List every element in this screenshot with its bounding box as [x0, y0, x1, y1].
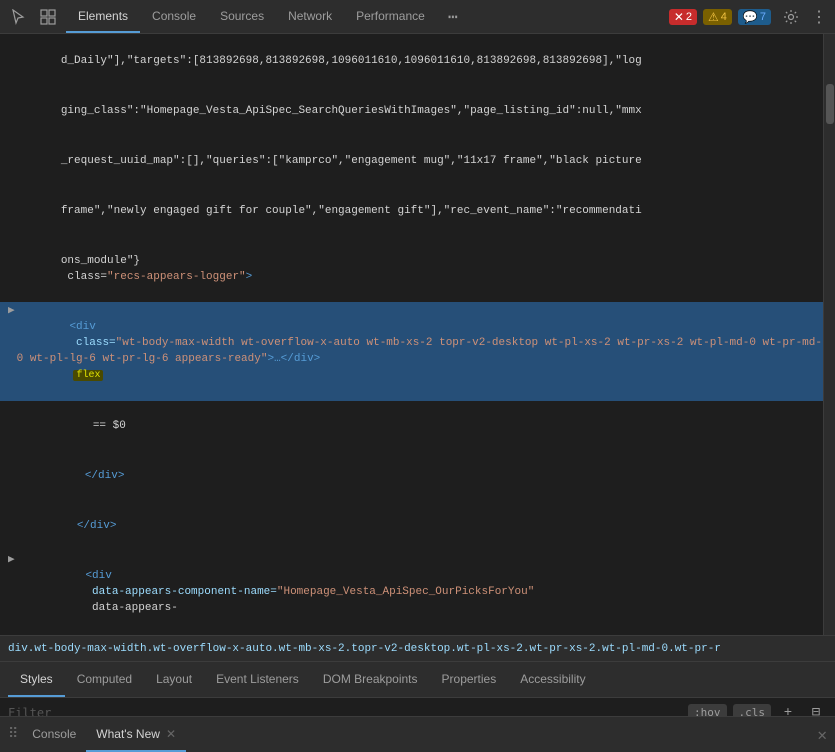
tab-network[interactable]: Network	[276, 0, 344, 33]
dom-line: </div>	[0, 501, 835, 551]
bottom-tab-bar: ⠿ Console What's New ✕ ✕	[0, 716, 835, 752]
close-whats-new-btn[interactable]: ✕	[166, 727, 176, 741]
cursor-icon-btn[interactable]	[4, 3, 32, 31]
tab-elements[interactable]: Elements	[66, 0, 140, 33]
toolbar-icon-group	[4, 3, 62, 31]
dom-line: frame","newly engaged gift for couple","…	[0, 186, 835, 236]
more-tabs-btn[interactable]: ⋯	[439, 3, 467, 31]
dom-line: ging_class":"Homepage_Vesta_ApiSpec_Sear…	[0, 86, 835, 136]
bottom-drag-handle[interactable]: ⠿	[8, 726, 18, 743]
inspect-icon-btn[interactable]	[34, 3, 62, 31]
warning-badge[interactable]: ⚠ 4	[703, 9, 732, 25]
subtab-accessibility[interactable]: Accessibility	[508, 662, 597, 697]
tab-performance[interactable]: Performance	[344, 0, 437, 33]
subtab-dom-breakpoints[interactable]: DOM Breakpoints	[311, 662, 430, 697]
dom-line: _request_uuid_map":[],"queries":["kamprc…	[0, 136, 835, 186]
toolbar-right: ✕ 2 ⚠ 4 💬 7 ⋮	[669, 3, 831, 31]
dom-line: ▶ <div data-appears-component-name="Home…	[0, 551, 835, 633]
dom-line-selected[interactable]: ▶ <div class="wt-body-max-width wt-overf…	[0, 302, 835, 401]
more-options-icon[interactable]: ⋮	[811, 7, 827, 27]
settings-icon-btn[interactable]	[777, 3, 805, 31]
dom-scrollbar[interactable]	[823, 34, 835, 635]
subtab-computed[interactable]: Computed	[65, 662, 144, 697]
subtab-event-listeners[interactable]: Event Listeners	[204, 662, 311, 697]
sub-tab-bar: Styles Computed Layout Event Listeners D…	[0, 662, 835, 698]
close-bottom-panel-btn[interactable]: ✕	[817, 725, 827, 745]
main-content: d_Daily"],"targets":[813892698,813892698…	[0, 34, 835, 750]
dom-line: d_Daily"],"targets":[813892698,813892698…	[0, 36, 835, 86]
dom-line: </div>	[0, 451, 835, 501]
tab-console[interactable]: Console	[140, 0, 208, 33]
tab-sources[interactable]: Sources	[208, 0, 276, 33]
subtab-styles[interactable]: Styles	[8, 662, 65, 697]
expand-arrow[interactable]: ▶	[8, 303, 15, 319]
top-toolbar: Elements Console Sources Network Perform…	[0, 0, 835, 34]
bottom-tab-console[interactable]: Console	[22, 717, 86, 752]
dom-panel: d_Daily"],"targets":[813892698,813892698…	[0, 34, 835, 636]
subtab-layout[interactable]: Layout	[144, 662, 204, 697]
breadcrumb: div.wt-body-max-width.wt-overflow-x-auto…	[0, 636, 835, 662]
dom-line: ons_module"} class="recs-appears-logger"…	[0, 236, 835, 302]
info-badge[interactable]: 💬 7	[738, 9, 771, 25]
expand-arrow[interactable]: ▶	[8, 552, 15, 568]
subtab-properties[interactable]: Properties	[430, 662, 509, 697]
bottom-tab-whats-new[interactable]: What's New ✕	[86, 717, 186, 752]
error-badge[interactable]: ✕ 2	[669, 9, 697, 25]
dom-line: == $0	[0, 401, 835, 451]
flex-badge[interactable]: flex	[73, 370, 103, 381]
main-tab-list: Elements Console Sources Network Perform…	[66, 0, 669, 33]
